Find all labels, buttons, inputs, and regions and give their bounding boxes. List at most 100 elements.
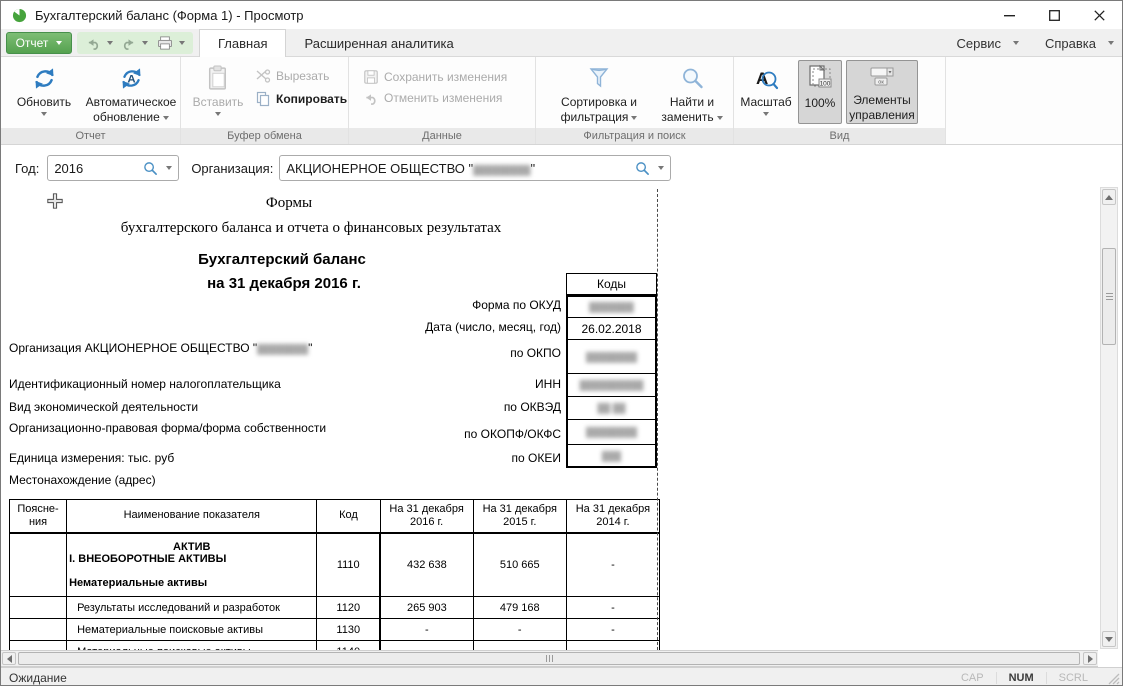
value-2015: -	[473, 641, 566, 651]
label-inn-left: Идентификационный номер налогоплательщик…	[9, 377, 409, 391]
cut-icon	[255, 69, 271, 83]
auto-refresh-button[interactable]: A Автоматическое обновление	[83, 60, 179, 125]
paste-button[interactable]: Вставить	[189, 60, 247, 116]
status-text: Ожидание	[9, 671, 67, 685]
value-2016: -	[380, 641, 473, 651]
group-label-data: Данные	[349, 128, 535, 144]
col-poyasneniya: Поясне-ния	[10, 500, 67, 533]
value-2014: -	[566, 597, 659, 619]
save-icon	[363, 69, 379, 85]
scroll-left-button[interactable]	[2, 652, 16, 665]
paste-icon	[206, 60, 230, 92]
controls-icon: ок	[867, 61, 897, 90]
doc-title-line1: Бухгалтерский баланс	[1, 251, 563, 268]
scroll-up-button[interactable]	[1102, 189, 1116, 205]
code-cell-okpo: ████████	[568, 340, 655, 374]
dropdown-arrow-icon	[41, 112, 47, 116]
tab-glavnaya[interactable]: Главная	[199, 29, 286, 57]
scroll-lock-indicator: SCRL	[1046, 672, 1100, 684]
table-row: Нематериальные поисковые активы 1130 - -…	[10, 619, 660, 641]
tab-rasshirennaya-analitika[interactable]: Расширенная аналитика	[286, 29, 471, 57]
app-window: Бухгалтерский баланс (Форма 1) - Просмот…	[0, 0, 1123, 686]
code-cell-date: 26.02.2018	[568, 318, 655, 340]
group-label-report: Отчет	[1, 128, 180, 144]
row-code: 1130	[317, 619, 380, 641]
row-name: Результаты исследований и разработок	[67, 597, 317, 619]
save-changes-button[interactable]: Сохранить изменения	[363, 69, 507, 85]
controls-button[interactable]: ок Элементы управления	[846, 60, 918, 124]
code-cell-okved: ██ ██	[568, 397, 655, 420]
cut-button[interactable]: Вырезать	[255, 69, 329, 83]
vertical-scrollbar[interactable]	[1100, 187, 1118, 649]
caps-lock-indicator: CAP	[949, 672, 996, 684]
zoom-100-button[interactable]: 100 100%	[798, 60, 842, 124]
label-okved-left: Вид экономической деятельности	[9, 400, 409, 414]
find-replace-button[interactable]: Найти и заменить	[658, 60, 726, 125]
report-menu-button[interactable]: Отчет	[6, 32, 72, 54]
row-code: 1120	[317, 597, 380, 619]
codes-table: ███████ 26.02.2018 ████████ ██████████ █…	[566, 295, 657, 468]
sort-filter-button[interactable]: Сортировка и фильтрация	[546, 60, 652, 125]
page-break-line	[657, 189, 658, 650]
report-document: Формы бухгалтерского баланса и отчета о …	[1, 145, 1098, 650]
table-row: Результаты исследований и разработок 112…	[10, 597, 660, 619]
refresh-button[interactable]: Обновить	[9, 60, 79, 116]
label-date: Дата (число, месяц, год)	[301, 320, 561, 334]
help-menu[interactable]: Справка	[1045, 36, 1114, 51]
row-code: 1110	[317, 533, 380, 597]
num-lock-indicator: NUM	[996, 672, 1046, 684]
horizontal-scroll-thumb[interactable]	[18, 652, 1080, 665]
value-2015: -	[473, 619, 566, 641]
minimize-button[interactable]	[987, 1, 1032, 29]
auto-refresh-icon: A	[118, 60, 145, 92]
close-button[interactable]	[1077, 1, 1122, 29]
zoom-button[interactable]: A Масштаб	[738, 60, 794, 116]
menu-row: Отчет Главная Расширенная аналитика Серв…	[1, 29, 1122, 57]
doc-header-line2: бухгалтерского баланса и отчета о финанс…	[1, 220, 621, 237]
value-2014: -	[566, 533, 659, 597]
dropdown-arrow-icon	[56, 41, 62, 45]
col-name: Наименование показателя	[67, 500, 317, 533]
maximize-button[interactable]	[1032, 1, 1077, 29]
undo-changes-button[interactable]: Отменить изменения	[363, 91, 502, 105]
value-2015: 510 665	[473, 533, 566, 597]
value-2016: 432 638	[380, 533, 473, 597]
balance-table: Поясне-ния Наименование показателя Код Н…	[9, 499, 660, 650]
filter-icon	[587, 60, 611, 92]
doc-title-line2: на 31 декабря 2016 г.	[1, 275, 567, 292]
vertical-scroll-thumb[interactable]	[1102, 248, 1116, 345]
col-2016: На 31 декабря2016 г.	[380, 500, 473, 533]
resize-grip[interactable]	[1108, 673, 1120, 685]
group-label-clipboard: Буфер обмена	[181, 128, 348, 144]
ribbon-group-view: A Масштаб 100 100% ок Элементы управлени…	[734, 57, 946, 144]
horizontal-scrollbar[interactable]	[1, 650, 1098, 667]
table-row: Материальные поисковые активы 1140 - - -	[10, 641, 660, 651]
report-viewport: Год: 2016 Организация: АКЦИОНЕРНОЕ ОБЩЕС…	[1, 145, 1098, 650]
dropdown-arrow-icon	[1108, 41, 1114, 45]
col-2014: На 31 декабря2014 г.	[566, 500, 659, 533]
value-2016: -	[380, 619, 473, 641]
value-2014: -	[566, 619, 659, 641]
undo-button[interactable]	[86, 37, 113, 50]
label-okud: Форма по ОКУД	[301, 298, 561, 312]
code-cell-inn: ██████████	[568, 374, 655, 397]
code-cell-okei: ███	[568, 445, 655, 466]
scroll-down-button[interactable]	[1102, 631, 1116, 647]
value-2014: -	[566, 641, 659, 651]
row-code: 1140	[317, 641, 380, 651]
status-bar: Ожидание CAP NUM SCRL	[1, 667, 1122, 686]
label-organization: Организация АКЦИОНЕРНОЕ ОБЩЕСТВО "██████…	[9, 341, 469, 355]
print-button[interactable]	[157, 36, 185, 50]
redo-button[interactable]	[121, 37, 148, 50]
search-icon	[680, 60, 705, 92]
dropdown-arrow-icon	[107, 41, 113, 45]
service-menu[interactable]: Сервис	[956, 36, 1019, 51]
label-unit: Единица измерения: тыс. руб	[9, 451, 409, 465]
copy-button[interactable]: Копировать	[255, 91, 347, 107]
label-okpo: по ОКПО	[421, 346, 561, 360]
label-address: Местонахождение (адрес)	[9, 473, 409, 487]
print-icon	[157, 36, 173, 50]
code-cell-okud: ███████	[568, 297, 655, 318]
scroll-right-button[interactable]	[1083, 652, 1097, 665]
ribbon-group-report: Обновить A Автоматическое обновление Отч…	[1, 57, 181, 144]
